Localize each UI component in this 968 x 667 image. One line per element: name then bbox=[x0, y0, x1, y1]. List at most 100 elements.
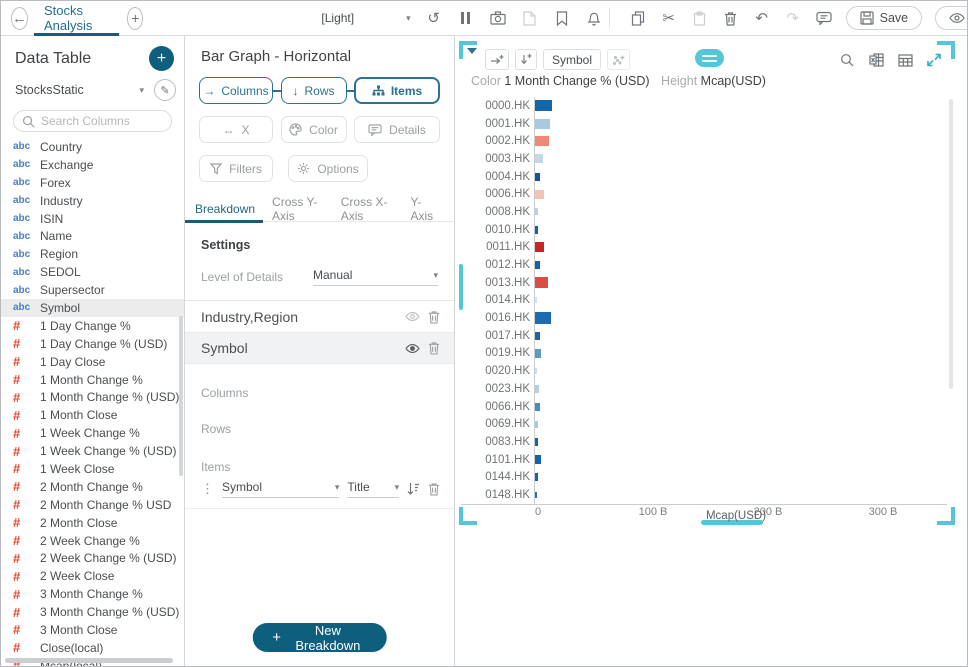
items-field-select[interactable]: Symbol ▾ bbox=[222, 480, 340, 498]
tab-breakdown[interactable]: Breakdown bbox=[184, 196, 264, 223]
filters-button[interactable]: Filters bbox=[199, 155, 273, 182]
delete-trash-icon[interactable] bbox=[722, 9, 740, 27]
column-list-item[interactable]: #3 Month Change % bbox=[1, 585, 184, 603]
column-list-item[interactable]: #3 Month Change % (USD) bbox=[1, 603, 184, 621]
column-list-item[interactable]: abc Supersector bbox=[1, 281, 184, 299]
back-button[interactable]: ← bbox=[11, 6, 28, 30]
undo-icon[interactable]: ↶ bbox=[753, 9, 771, 27]
notifications-bell-icon[interactable] bbox=[585, 9, 603, 27]
bar[interactable] bbox=[535, 402, 540, 411]
x-axis-button[interactable]: ↔ X bbox=[199, 116, 273, 143]
bar[interactable] bbox=[535, 384, 540, 393]
bar[interactable] bbox=[535, 172, 540, 181]
column-list-item[interactable]: #1 Week Change % bbox=[1, 424, 184, 442]
breakdown-row-industry-region[interactable]: Industry,Region bbox=[185, 300, 454, 332]
column-list-item[interactable]: #1 Day Close bbox=[1, 353, 184, 371]
cut-scissors-icon[interactable]: ✂ bbox=[660, 9, 678, 27]
bar[interactable] bbox=[535, 437, 539, 446]
visibility-eye-icon[interactable] bbox=[405, 343, 420, 354]
column-list-item[interactable]: abc Forex bbox=[1, 174, 184, 192]
column-list-item[interactable]: #1 Week Close bbox=[1, 460, 184, 478]
items-mode-select[interactable]: Title ▾ bbox=[347, 480, 400, 498]
comment-icon[interactable] bbox=[815, 9, 833, 27]
column-list-item[interactable]: abc Country bbox=[1, 138, 184, 156]
bar[interactable] bbox=[535, 100, 553, 112]
search-icon[interactable] bbox=[838, 51, 856, 69]
column-list-item[interactable]: #1 Month Change % (USD) bbox=[1, 388, 184, 406]
pause-icon[interactable] bbox=[457, 9, 475, 27]
delete-trash-icon[interactable] bbox=[428, 341, 440, 355]
breakdown-symbol-chip[interactable]: Symbol bbox=[543, 49, 602, 70]
column-list-item[interactable]: #2 Month Change % USD bbox=[1, 496, 184, 514]
add-column-axis-button[interactable] bbox=[485, 49, 509, 70]
breakdown-row-symbol[interactable]: Symbol bbox=[185, 332, 454, 364]
column-list-item[interactable]: abc Region bbox=[1, 245, 184, 263]
bar[interactable] bbox=[535, 208, 538, 216]
theme-select[interactable]: [Light] ▾ bbox=[321, 11, 410, 25]
drag-handle-icon[interactable]: ⋮ bbox=[201, 481, 214, 497]
column-list-item[interactable]: abc SEDOL bbox=[1, 263, 184, 281]
details-button[interactable]: Details bbox=[354, 116, 440, 143]
bar[interactable] bbox=[535, 261, 540, 270]
column-list-item[interactable]: # Close(local) bbox=[1, 639, 184, 657]
column-list-item[interactable]: abc Name bbox=[1, 227, 184, 245]
column-list-item[interactable]: #2 Month Close bbox=[1, 514, 184, 532]
tab-y-axis[interactable]: Y-Axis bbox=[408, 195, 438, 223]
save-button[interactable]: Save bbox=[845, 6, 923, 30]
bar[interactable] bbox=[535, 277, 548, 289]
chevron-down-icon[interactable]: ▾ bbox=[139, 85, 144, 96]
maximize-icon[interactable] bbox=[925, 51, 943, 69]
column-list-item[interactable]: #1 Week Change % (USD) bbox=[1, 442, 184, 460]
color-button[interactable]: Color bbox=[280, 116, 347, 143]
copy-icon[interactable] bbox=[629, 9, 647, 27]
bar[interactable] bbox=[535, 297, 537, 304]
chart-vertical-scrollbar[interactable] bbox=[949, 99, 953, 389]
bookmark-icon[interactable] bbox=[553, 9, 571, 27]
add-data-table-button[interactable]: + bbox=[149, 46, 174, 71]
delete-trash-icon[interactable] bbox=[428, 310, 440, 324]
bar[interactable] bbox=[535, 491, 537, 498]
column-list-item[interactable]: #2 Week Change % bbox=[1, 532, 184, 550]
bar[interactable] bbox=[535, 189, 545, 199]
sidebar-vertical-scrollbar[interactable] bbox=[179, 316, 183, 476]
bar[interactable] bbox=[535, 368, 537, 375]
column-list-item[interactable]: abc Exchange bbox=[1, 156, 184, 174]
column-list-item[interactable]: #1 Day Change % bbox=[1, 317, 184, 335]
bar-graph-widget[interactable]: Symbol Color 1 Month Change % (USD) Heig… bbox=[459, 41, 955, 525]
bar[interactable] bbox=[535, 455, 541, 465]
column-list-item[interactable]: #1 Month Change % bbox=[1, 371, 184, 389]
search-columns-input[interactable] bbox=[41, 114, 163, 128]
column-list-item[interactable]: #1 Month Close bbox=[1, 406, 184, 424]
widget-menu-button[interactable] bbox=[695, 49, 724, 67]
bar[interactable] bbox=[535, 331, 540, 340]
bar[interactable] bbox=[535, 118, 550, 129]
add-row-axis-button[interactable] bbox=[515, 49, 537, 70]
bar[interactable] bbox=[535, 348, 541, 358]
show-table-icon[interactable] bbox=[896, 51, 914, 69]
column-list-item[interactable]: abc Symbol bbox=[1, 299, 184, 317]
options-button[interactable]: Options bbox=[288, 155, 368, 182]
tab-cross-x-axis[interactable]: Cross X-Axis bbox=[339, 195, 396, 223]
bar[interactable] bbox=[535, 420, 538, 428]
column-list-item[interactable]: #1 Day Change % (USD) bbox=[1, 335, 184, 353]
column-list-item[interactable]: #2 Week Close bbox=[1, 567, 184, 585]
columns-button[interactable]: → Columns bbox=[199, 77, 273, 104]
delete-trash-icon[interactable] bbox=[428, 482, 440, 496]
column-list-item[interactable]: abc ISIN bbox=[1, 210, 184, 228]
bar[interactable] bbox=[535, 136, 549, 147]
bar[interactable] bbox=[535, 312, 551, 325]
bar[interactable] bbox=[535, 473, 539, 482]
sort-icon[interactable] bbox=[407, 482, 420, 496]
snapshot-camera-icon[interactable] bbox=[489, 9, 507, 27]
column-list-item[interactable]: #2 Week Change % (USD) bbox=[1, 549, 184, 567]
bar[interactable] bbox=[535, 242, 544, 253]
edit-data-table-button[interactable]: ✎ bbox=[154, 79, 176, 101]
data-table-name[interactable]: StocksStatic bbox=[15, 83, 84, 97]
bar[interactable] bbox=[535, 154, 544, 164]
sidebar-horizontal-scrollbar[interactable] bbox=[5, 658, 173, 663]
bar[interactable] bbox=[535, 225, 539, 234]
refresh-icon[interactable]: ↺ bbox=[425, 9, 443, 27]
rows-button[interactable]: ↓ Rows bbox=[280, 77, 347, 104]
workbook-tab[interactable]: Stocks Analysis bbox=[33, 1, 120, 36]
visibility-eye-icon[interactable] bbox=[405, 311, 420, 322]
